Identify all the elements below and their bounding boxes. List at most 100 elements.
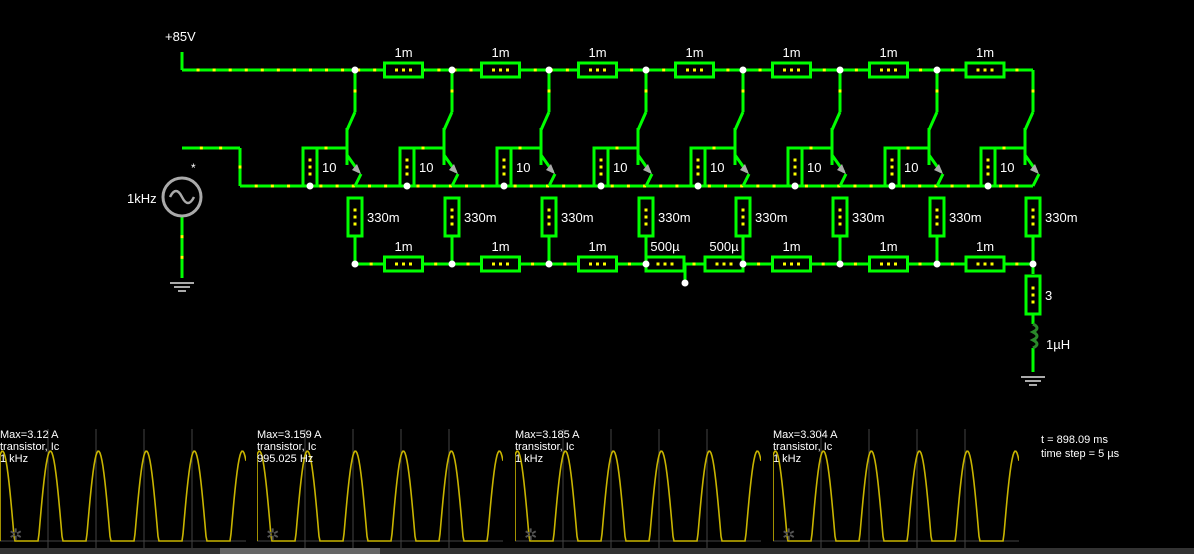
scope-panel-1[interactable]: Max=3.12 A transistor, Ic 1 kHz ✲ xyxy=(0,429,246,548)
scope-info-2: Max=3.159 A transistor, Ic 995.025 Hz xyxy=(257,429,322,465)
scope-name: transistor, Ic xyxy=(515,441,575,453)
base-resistor-label: 10 xyxy=(1000,160,1014,175)
node-dot xyxy=(351,66,359,74)
current-dot xyxy=(659,184,663,188)
current-dot xyxy=(986,158,990,162)
current-dot xyxy=(838,208,842,212)
current-dot xyxy=(506,68,509,72)
scope-panel-3[interactable]: Max=3.185 A transistor, Ic 1 kHz ✲ xyxy=(515,429,761,548)
current-dot xyxy=(238,165,242,169)
current-dot xyxy=(465,184,469,188)
gear-icon[interactable]: ✲ xyxy=(266,528,282,544)
current-dot xyxy=(596,262,599,266)
gear-icon[interactable]: ✲ xyxy=(524,528,540,544)
current-dot xyxy=(853,262,857,266)
transistor xyxy=(733,111,745,131)
current-dot xyxy=(983,68,987,72)
current-dot xyxy=(986,172,990,176)
current-dot xyxy=(790,68,793,72)
emitter-wire xyxy=(547,173,557,187)
current-dot xyxy=(854,68,858,72)
current-dot xyxy=(499,262,502,266)
current-dot xyxy=(935,222,939,226)
current-dot xyxy=(1031,222,1035,226)
current-dot xyxy=(693,68,696,72)
circuit-canvas[interactable]: +85V 1m 1m 1m 1m 1m 1m 1m 1m 1m 1m 500µ 500µ 1m 1m 1m 10… xyxy=(0,0,1194,430)
current-dot xyxy=(741,222,745,226)
current-dot xyxy=(790,262,793,266)
node-dot xyxy=(306,182,314,190)
emitter-resistor-label: 330m xyxy=(561,210,594,225)
current-dot xyxy=(341,68,345,72)
current-dot xyxy=(531,262,535,266)
current-dot xyxy=(670,262,674,266)
current-dot xyxy=(890,158,894,162)
current-dot xyxy=(644,208,648,212)
current-dot xyxy=(797,262,800,266)
current-dot xyxy=(466,262,470,266)
top-resistor-label: 1m xyxy=(685,45,703,60)
current-dot xyxy=(950,262,954,266)
emitter-wire xyxy=(353,173,363,187)
current-dot xyxy=(409,68,412,72)
horizontal-scrollbar[interactable] xyxy=(0,548,1194,554)
current-dot xyxy=(547,89,551,93)
emitter-wire xyxy=(741,173,751,187)
scope-freq: 1 kHz xyxy=(0,453,29,465)
current-dot xyxy=(481,184,485,188)
current-dot xyxy=(902,184,906,188)
scope-name: transistor, Ic xyxy=(773,441,833,453)
scope-panel-4[interactable]: Max=3.304 A transistor, Ic 1 kHz ✲ xyxy=(773,429,1019,548)
current-dot xyxy=(712,146,716,150)
current-dot xyxy=(596,68,599,72)
current-dot xyxy=(951,68,955,72)
current-dot xyxy=(276,68,280,72)
emitter-resistor-label: 330m xyxy=(949,210,982,225)
current-dot xyxy=(432,184,436,188)
current-dot xyxy=(663,262,667,266)
gear-icon[interactable]: ✲ xyxy=(782,528,798,544)
base-resistor-label: 10 xyxy=(322,160,336,175)
load-resistor-label: 3 xyxy=(1045,288,1052,303)
current-dot xyxy=(741,208,745,212)
current-dot xyxy=(722,262,726,266)
emitter-resistor-label: 330m xyxy=(658,210,691,225)
bottom-resistor-label: 500µ xyxy=(709,239,739,254)
current-dot xyxy=(692,262,696,266)
current-dot xyxy=(502,158,506,162)
current-dot xyxy=(1015,68,1019,72)
transistor xyxy=(539,111,551,131)
current-dot xyxy=(270,184,274,188)
current-dot xyxy=(402,68,405,72)
node-dot xyxy=(933,66,941,74)
circuit-components xyxy=(161,61,1045,386)
current-dot xyxy=(853,184,857,188)
base-resistor-label: 10 xyxy=(419,160,433,175)
scrollbar-thumb[interactable] xyxy=(220,548,380,554)
current-dot xyxy=(880,68,883,72)
current-dot xyxy=(529,184,533,188)
bottom-resistor-label: 500µ xyxy=(650,239,680,254)
emitter-wire xyxy=(450,173,460,187)
current-dot xyxy=(308,68,312,72)
current-dot xyxy=(450,215,454,219)
current-dot xyxy=(603,262,606,266)
scope-info-1: Max=3.12 A transistor, Ic 1 kHz xyxy=(0,429,59,465)
current-dot xyxy=(499,68,502,72)
node-dot xyxy=(836,66,844,74)
current-dot xyxy=(890,165,894,169)
emitter-wire xyxy=(935,173,945,187)
current-dot xyxy=(492,68,495,72)
scope-info-3: Max=3.185 A transistor, Ic 1 kHz xyxy=(515,429,580,465)
scope-panel-2[interactable]: Max=3.159 A transistor, Ic 995.025 Hz ✲ xyxy=(257,429,503,548)
circuit-wires xyxy=(180,52,1041,372)
emitter-resistor-label: 330m xyxy=(464,210,497,225)
emitter-resistor-label: 330m xyxy=(755,210,788,225)
current-dot xyxy=(715,262,719,266)
current-dot xyxy=(513,184,517,188)
current-dot xyxy=(610,184,614,188)
current-dot xyxy=(199,146,203,150)
current-dot xyxy=(369,262,373,266)
gear-icon[interactable]: ✲ xyxy=(9,528,25,544)
current-dot xyxy=(756,184,760,188)
